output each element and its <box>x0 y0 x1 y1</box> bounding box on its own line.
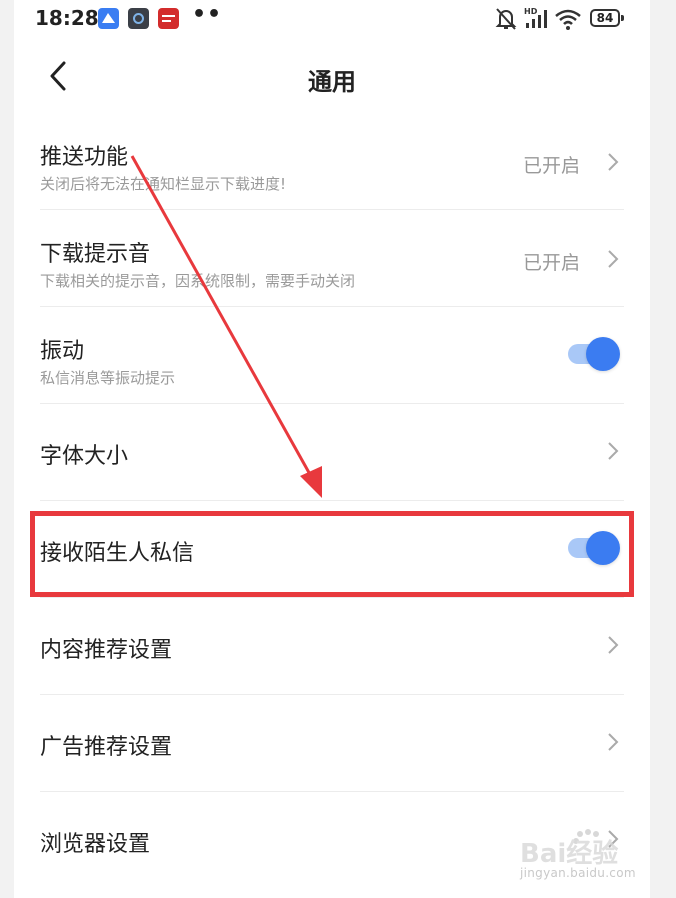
mute-bell-icon <box>495 8 517 30</box>
battery-icon: 84 <box>590 9 624 27</box>
chevron-right-icon <box>608 733 619 751</box>
notification-app-icon <box>98 8 119 29</box>
setting-vibration: 振动 私信消息等振动提示 <box>40 307 624 404</box>
signal-icon: HD <box>524 7 547 28</box>
more-dots-icon: •• <box>192 2 223 27</box>
toggle-knob <box>586 531 620 565</box>
setting-font-size[interactable]: 字体大小 <box>40 404 624 501</box>
baidu-logo-icon: Bai经验 <box>520 829 618 868</box>
stranger-messages-toggle[interactable] <box>568 531 620 565</box>
setting-title: 振动 <box>40 339 85 364</box>
setting-value: 已开启 <box>522 155 580 177</box>
svg-text:Bai经验: Bai经验 <box>520 838 618 868</box>
setting-value: 已开启 <box>522 252 580 274</box>
toggle-knob <box>586 337 620 371</box>
setting-subtitle: 私信消息等振动提示 <box>40 369 176 387</box>
setting-ad-recommendation[interactable]: 广告推荐设置 <box>40 695 624 792</box>
page-header: 通用 <box>14 44 650 110</box>
setting-subtitle: 下载相关的提示音，因系统限制，需要手动关闭 <box>40 272 356 290</box>
setting-title: 推送功能 <box>40 145 129 170</box>
status-bar: 18:28 •• HD 84 <box>14 0 650 40</box>
setting-stranger-messages: 接收陌生人私信 <box>40 501 624 598</box>
setting-title: 接收陌生人私信 <box>40 541 195 566</box>
chevron-right-icon <box>608 636 619 654</box>
chevron-right-icon <box>608 250 619 268</box>
chevron-right-icon <box>608 153 619 171</box>
page-title: 通用 <box>308 68 356 96</box>
phone-screen: 18:28 •• HD 84 通用 推送功能 关闭后将无法在通知栏显示下载进度!… <box>14 0 650 898</box>
settings-list: 推送功能 关闭后将无法在通知栏显示下载进度! 已开启 下载提示音 下载相关的提示… <box>14 113 650 889</box>
status-time: 18:28 <box>35 6 99 30</box>
setting-title: 浏览器设置 <box>40 832 151 857</box>
setting-title: 内容推荐设置 <box>40 638 173 663</box>
setting-content-recommendation[interactable]: 内容推荐设置 <box>40 598 624 695</box>
baidu-jingyan-watermark: Bai经验 jingyan.baidu.com <box>512 826 642 886</box>
vibration-toggle[interactable] <box>568 337 620 371</box>
setting-title: 广告推荐设置 <box>40 735 173 760</box>
watermark-url: jingyan.baidu.com <box>520 866 636 880</box>
svg-text:HD: HD <box>524 7 538 16</box>
setting-title: 字体大小 <box>40 444 129 469</box>
news-app-icon <box>158 8 179 29</box>
setting-push[interactable]: 推送功能 关闭后将无法在通知栏显示下载进度! 已开启 <box>40 113 624 210</box>
setting-title: 下载提示音 <box>40 242 151 267</box>
wifi-icon <box>555 9 581 30</box>
browser-app-icon <box>128 8 149 29</box>
setting-download-sound[interactable]: 下载提示音 下载相关的提示音，因系统限制，需要手动关闭 已开启 <box>40 210 624 307</box>
setting-subtitle: 关闭后将无法在通知栏显示下载进度! <box>40 175 287 193</box>
chevron-right-icon <box>608 442 619 460</box>
